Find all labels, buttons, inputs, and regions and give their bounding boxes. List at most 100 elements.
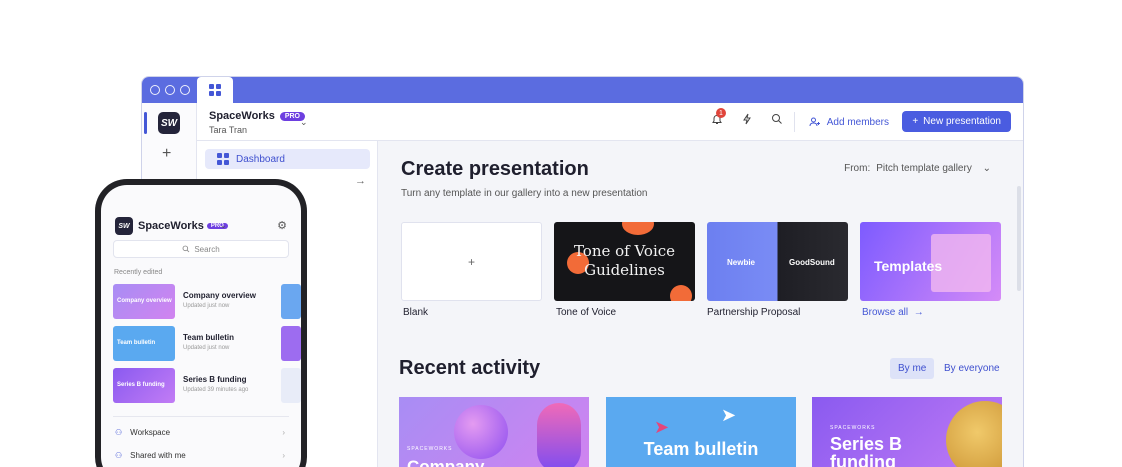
list-item-meta: Updated 39 minutes ago <box>183 387 249 393</box>
browse-all-label: Browse all <box>862 307 909 318</box>
window-maximize-button[interactable] <box>180 85 190 95</box>
recent-title: Recent activity <box>399 357 541 379</box>
sidebar-item-label: Dashboard <box>236 153 285 165</box>
main-content: Create presentation Turn any template in… <box>378 141 1023 467</box>
header-icons: 1 <box>711 108 783 125</box>
chevron-down-icon[interactable]: ⌄ <box>220 221 227 230</box>
decor-coin <box>946 401 1002 467</box>
card-kicker: SPACEWORKS <box>830 425 876 431</box>
workspace-name: SpaceWorks <box>138 220 204 232</box>
nav-item-label: Shared with me <box>130 451 186 460</box>
new-presentation-button[interactable]: + New presentation <box>902 111 1011 132</box>
template-label: Blank <box>403 307 429 318</box>
list-item-meta: Updated just now <box>183 345 230 351</box>
arrow-right-icon[interactable]: → <box>355 175 366 187</box>
create-title: Create presentation <box>401 158 589 180</box>
search-icon[interactable] <box>771 113 783 125</box>
template-tone-of-voice[interactable]: Tone of Voice Guidelines <box>554 222 695 301</box>
search-icon <box>182 245 190 253</box>
add-members-button[interactable]: Add members <box>809 116 889 128</box>
workspace-logo[interactable]: SW <box>158 112 180 134</box>
workspace-logo[interactable]: SW <box>115 217 133 235</box>
window-controls[interactable] <box>150 85 190 95</box>
app-header: SpaceWorks PRO Tara Tran ⌄ 1 Add members … <box>197 103 1023 141</box>
template-thumb-text: Newbie <box>727 258 756 267</box>
chevron-right-icon: › <box>282 451 285 460</box>
template-gallery-card[interactable]: Templates <box>860 222 1001 301</box>
phone-screen: SW SpaceWorks PRO ⌄ ⚙ Search Recently edi… <box>101 185 301 467</box>
cursor-icon: ➤ <box>721 405 737 425</box>
workspace-name: SpaceWorks <box>209 110 275 122</box>
users-icon: ⚇ <box>115 428 123 437</box>
from-value: Pitch template gallery <box>876 163 972 174</box>
recently-edited-label: Recently edited <box>114 269 163 276</box>
list-item[interactable]: Team bulletin Team bulletin Updated just… <box>113 326 301 361</box>
nav-item-shared[interactable]: ⚇ Shared with me <box>115 451 186 460</box>
card-title: Series B funding <box>830 434 903 467</box>
notification-badge: 1 <box>716 108 726 118</box>
from-label: From: <box>844 163 871 174</box>
decor-circle <box>622 222 654 235</box>
list-item[interactable]: Company overview Company overview Update… <box>113 284 301 319</box>
add-members-label: Add members <box>826 116 889 128</box>
template-thumb-title: Tone of Voice Guidelines <box>573 242 676 279</box>
user-name: Tara Tran <box>209 125 248 135</box>
search-placeholder: Search <box>194 244 220 254</box>
nav-item-workspace[interactable]: ⚇ Workspace <box>115 428 170 437</box>
template-partnership-proposal[interactable]: Newbie GoodSound <box>707 222 848 301</box>
thumbnail-text: Series B funding <box>117 382 165 388</box>
tab-dashboard[interactable] <box>197 77 233 103</box>
filter-by-me[interactable]: By me <box>890 358 935 379</box>
new-presentation-label: New presentation <box>923 116 1001 127</box>
presentation-thumbnail: Team bulletin <box>113 326 175 361</box>
create-subtitle: Turn any template in our gallery into a … <box>401 188 648 199</box>
peek-thumbnail[interactable] <box>281 326 301 361</box>
workspace-switcher[interactable]: SpaceWorks PRO <box>209 110 305 122</box>
sidebar-item-dashboard[interactable]: Dashboard <box>205 149 370 169</box>
window-minimize-button[interactable] <box>165 85 175 95</box>
browse-all-link[interactable]: Browse all → <box>862 307 924 318</box>
decor-shape <box>537 403 581 467</box>
cursor-icon: ➤ <box>654 417 670 437</box>
notifications-button[interactable]: 1 <box>711 108 726 125</box>
arrow-right-icon: → <box>910 307 924 318</box>
lightning-icon[interactable] <box>741 113 753 125</box>
list-item[interactable]: Series B funding Series B funding Update… <box>113 368 301 403</box>
chevron-down-icon[interactable]: ⌄ <box>300 117 308 128</box>
peek-thumbnail[interactable] <box>281 368 301 403</box>
card-title: Company <box>407 457 485 467</box>
thumbnail-text: Team bulletin <box>117 340 156 346</box>
window-close-button[interactable] <box>150 85 160 95</box>
template-blank[interactable]: + <box>401 222 542 301</box>
active-workspace-indicator <box>144 112 147 134</box>
presentation-thumbnail: Series B funding <box>113 368 175 403</box>
decor-circle <box>670 285 692 301</box>
users-icon <box>809 117 820 127</box>
add-workspace-icon[interactable]: + <box>162 145 171 163</box>
search-input[interactable]: Search <box>113 240 289 258</box>
shared-icon: ⚇ <box>115 451 123 460</box>
recent-card-team-bulletin[interactable]: ➤ ➤ Team bulletin <box>606 397 796 467</box>
window-titlebar <box>142 77 1023 103</box>
peek-thumbnail[interactable] <box>281 284 301 319</box>
workspace-switcher[interactable]: SpaceWorks PRO <box>138 220 228 232</box>
template-label: Partnership Proposal <box>707 307 801 318</box>
dashboard-icon <box>209 84 221 96</box>
list-item-title: Company overview <box>183 291 256 300</box>
template-thumb-text: GoodSound <box>789 258 835 267</box>
list-item-meta: Updated just now <box>183 303 230 309</box>
list-item-title: Team bulletin <box>183 333 234 342</box>
chevron-right-icon: › <box>282 428 285 437</box>
template-label: Tone of Voice <box>556 307 617 318</box>
header-divider <box>794 112 795 132</box>
list-item-title: Series B funding <box>183 375 247 384</box>
filter-by-everyone[interactable]: By everyone <box>936 358 1008 379</box>
plus-icon: + <box>467 254 475 269</box>
divider <box>113 416 289 417</box>
template-source-select[interactable]: From: Pitch template gallery ⌄ <box>844 163 991 174</box>
recent-card-company[interactable]: SPACEWORKS Company <box>399 397 589 467</box>
gear-icon[interactable]: ⚙ <box>277 219 287 232</box>
card-kicker: SPACEWORKS <box>407 446 453 452</box>
recent-card-series-b[interactable]: SPACEWORKS Series B funding <box>812 397 1002 467</box>
scrollbar[interactable] <box>1017 186 1021 291</box>
